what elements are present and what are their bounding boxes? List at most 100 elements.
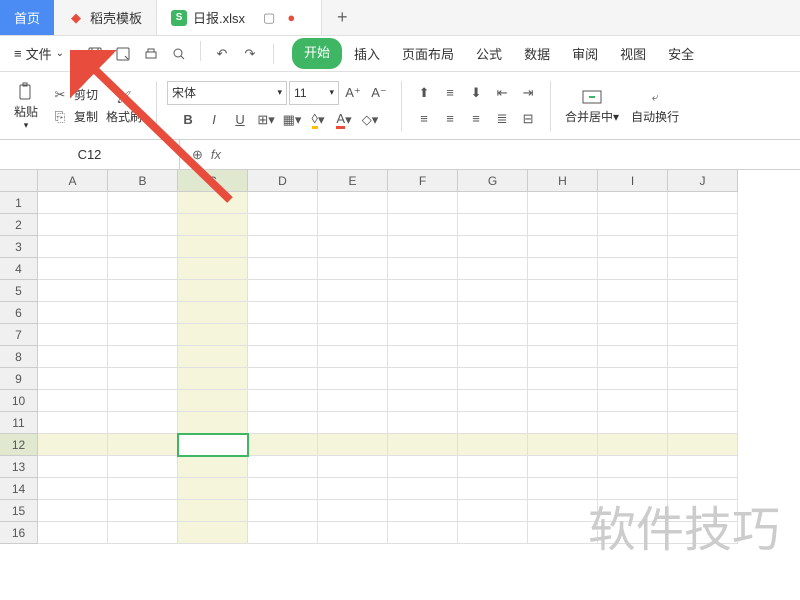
cell[interactable] (178, 390, 248, 412)
cell[interactable] (388, 368, 458, 390)
cell[interactable] (178, 456, 248, 478)
cell[interactable] (248, 324, 318, 346)
cell[interactable] (108, 236, 178, 258)
indent-increase-button[interactable]: ⇥ (516, 82, 540, 104)
cell[interactable] (178, 478, 248, 500)
cell[interactable] (598, 346, 668, 368)
cell[interactable] (598, 368, 668, 390)
cell[interactable] (668, 236, 738, 258)
row-header[interactable]: 11 (0, 412, 38, 434)
cell[interactable] (108, 324, 178, 346)
print-button[interactable] (138, 41, 164, 67)
cell[interactable] (38, 412, 108, 434)
align-bottom-button[interactable]: ⬇ (464, 82, 488, 104)
cell[interactable] (108, 302, 178, 324)
cell[interactable] (318, 522, 388, 544)
ribbon-tab-insert[interactable]: 插入 (344, 38, 390, 69)
cell[interactable] (248, 236, 318, 258)
cell[interactable] (178, 280, 248, 302)
cell[interactable] (388, 522, 458, 544)
cell[interactable] (528, 192, 598, 214)
row-header[interactable]: 9 (0, 368, 38, 390)
ribbon-tab-view[interactable]: 视图 (610, 38, 656, 69)
row-header[interactable]: 4 (0, 258, 38, 280)
dot-icon[interactable]: ● (287, 10, 295, 25)
align-top-button[interactable]: ⬆ (412, 82, 436, 104)
row-header[interactable]: 12 (0, 434, 38, 456)
select-all-corner[interactable] (0, 170, 38, 192)
row-header[interactable]: 2 (0, 214, 38, 236)
name-box[interactable]: C12 (0, 140, 180, 169)
cell[interactable] (668, 324, 738, 346)
cell[interactable] (38, 324, 108, 346)
cell[interactable] (668, 368, 738, 390)
cell[interactable] (668, 214, 738, 236)
cell[interactable] (248, 500, 318, 522)
row-header[interactable]: 14 (0, 478, 38, 500)
fill-color-button[interactable]: ◊▾ (306, 109, 330, 131)
cell[interactable] (528, 500, 598, 522)
indent-decrease-button[interactable]: ⇤ (490, 82, 514, 104)
decrease-font-button[interactable]: A⁻ (367, 82, 391, 104)
cell[interactable] (598, 192, 668, 214)
align-left-button[interactable]: ≡ (412, 108, 436, 130)
cell[interactable] (598, 522, 668, 544)
cell[interactable] (38, 500, 108, 522)
cell[interactable] (528, 412, 598, 434)
cell[interactable] (248, 192, 318, 214)
row-header[interactable]: 15 (0, 500, 38, 522)
cell[interactable] (458, 522, 528, 544)
cell[interactable] (318, 236, 388, 258)
align-middle-button[interactable]: ≡ (438, 82, 462, 104)
column-header[interactable]: I (598, 170, 668, 192)
cell[interactable] (668, 302, 738, 324)
cell[interactable] (108, 368, 178, 390)
cell[interactable] (458, 478, 528, 500)
cell[interactable] (668, 434, 738, 456)
cell[interactable] (458, 236, 528, 258)
cell[interactable] (178, 236, 248, 258)
cell[interactable] (528, 522, 598, 544)
row-header[interactable]: 6 (0, 302, 38, 324)
row-header[interactable]: 10 (0, 390, 38, 412)
ribbon-tab-security[interactable]: 安全 (658, 38, 704, 69)
tab-file[interactable]: S 日报.xlsx ▢ ● (157, 0, 322, 35)
row-header[interactable]: 13 (0, 456, 38, 478)
cell[interactable] (108, 456, 178, 478)
cell[interactable] (598, 324, 668, 346)
cell[interactable] (38, 258, 108, 280)
cell[interactable] (458, 258, 528, 280)
tab-templates[interactable]: ◆ 稻壳模板 (54, 0, 157, 35)
cell[interactable] (668, 500, 738, 522)
cell[interactable] (248, 390, 318, 412)
cell[interactable] (178, 324, 248, 346)
align-right-button[interactable]: ≡ (464, 108, 488, 130)
cell[interactable] (178, 346, 248, 368)
cell[interactable] (388, 258, 458, 280)
cell[interactable] (108, 192, 178, 214)
underline-button[interactable]: U (228, 109, 252, 131)
cell[interactable] (248, 214, 318, 236)
cell[interactable] (108, 280, 178, 302)
cell[interactable] (458, 412, 528, 434)
cell[interactable] (38, 522, 108, 544)
cell[interactable] (528, 456, 598, 478)
ribbon-tab-data[interactable]: 数据 (514, 38, 560, 69)
cell[interactable] (248, 478, 318, 500)
cell[interactable] (598, 280, 668, 302)
cell[interactable] (178, 412, 248, 434)
cell[interactable] (38, 236, 108, 258)
cell[interactable] (528, 346, 598, 368)
column-header[interactable]: F (388, 170, 458, 192)
file-menu[interactable]: ≡ 文件 ⌄ (8, 40, 70, 67)
cell[interactable] (458, 368, 528, 390)
save-as-button[interactable] (110, 41, 136, 67)
cell[interactable] (528, 368, 598, 390)
cell[interactable] (458, 324, 528, 346)
cell[interactable] (668, 522, 738, 544)
column-header[interactable]: A (38, 170, 108, 192)
cell[interactable] (318, 412, 388, 434)
cell[interactable] (318, 280, 388, 302)
cell[interactable] (248, 302, 318, 324)
cell[interactable] (108, 412, 178, 434)
